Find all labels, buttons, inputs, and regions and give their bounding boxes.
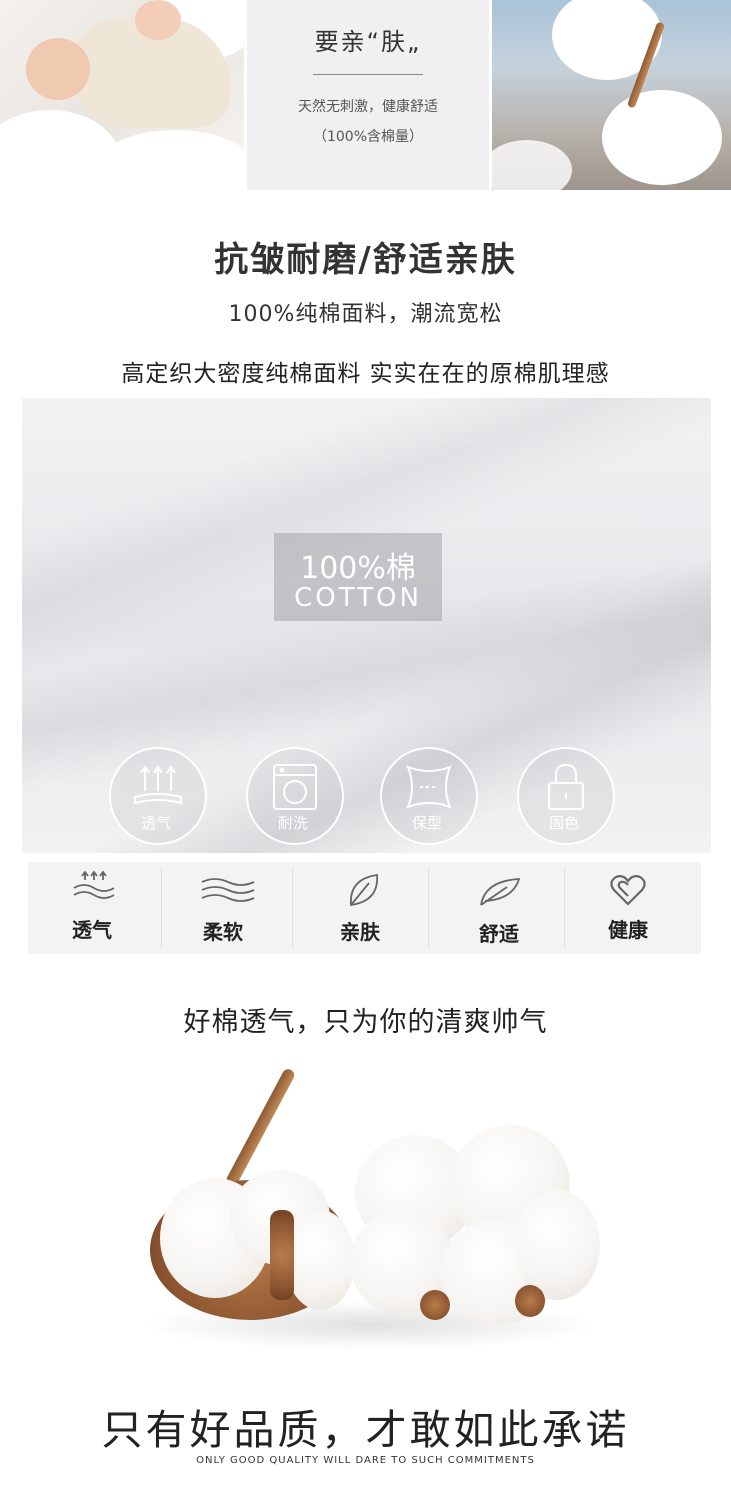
fabric-description: 高定织大密度纯棉面料 实实在在的原棉肌理感: [121, 361, 610, 387]
cotton-field-photo: [492, 0, 731, 190]
skin-friendly-card: 要亲“肤„ 天然无刺激，健康舒适 （100%含棉量）: [247, 0, 489, 190]
lock-icon: [548, 763, 584, 810]
breathable-waves-icon: [72, 870, 116, 902]
quality-promise: 只有好品质，才敢如此承诺: [101, 1406, 630, 1454]
breathable-icon: [134, 765, 182, 805]
sub-heading: 100%纯棉面料，潮流宽松: [228, 302, 503, 327]
strip-divider: [428, 868, 429, 948]
baby-photo: [0, 0, 244, 190]
banner-note: （100%含棉量）: [312, 129, 424, 145]
leaf-icon: [347, 871, 381, 909]
feature-label-breathable: 透气: [72, 918, 112, 942]
cotton-badge-percent: 100%棉: [300, 551, 416, 586]
feature-label-soft: 柔软: [203, 920, 243, 944]
feature-label-healthy: 健康: [608, 918, 648, 942]
top-banner: 要亲“肤„ 天然无刺激，健康舒适 （100%含棉量）: [0, 0, 731, 192]
heart-icon: [610, 874, 646, 906]
circle-label-washable: 耐洗: [277, 814, 308, 832]
washing-machine-icon: [273, 764, 317, 810]
circle-label-colorfast: 固色: [548, 814, 579, 832]
cotton-boll-photo: [120, 1060, 620, 1350]
circle-label-breathable: 透气: [140, 814, 171, 832]
cotton-heading: 好棉透气，只为你的清爽帅气: [183, 1007, 548, 1038]
divider: [313, 74, 423, 75]
cotton-badge-word: COTTON: [294, 583, 422, 613]
soft-waves-icon: [200, 876, 256, 904]
feature-label-comfort: 舒适: [479, 922, 519, 946]
shape-retention-icon: [406, 765, 452, 809]
circle-label-shape: 保型: [411, 814, 442, 832]
feature-label-skin: 亲肤: [340, 920, 380, 944]
strip-divider: [292, 868, 293, 948]
quality-promise-english: ONLY GOOD QUALITY WILL DARE TO SUCH COMM…: [196, 1455, 535, 1466]
main-heading: 抗皱耐磨/舒适亲肤: [214, 240, 517, 280]
banner-title: 要亲“肤„: [314, 28, 422, 56]
feather-icon: [477, 875, 523, 907]
banner-subtitle: 天然无刺激，健康舒适: [298, 99, 438, 115]
